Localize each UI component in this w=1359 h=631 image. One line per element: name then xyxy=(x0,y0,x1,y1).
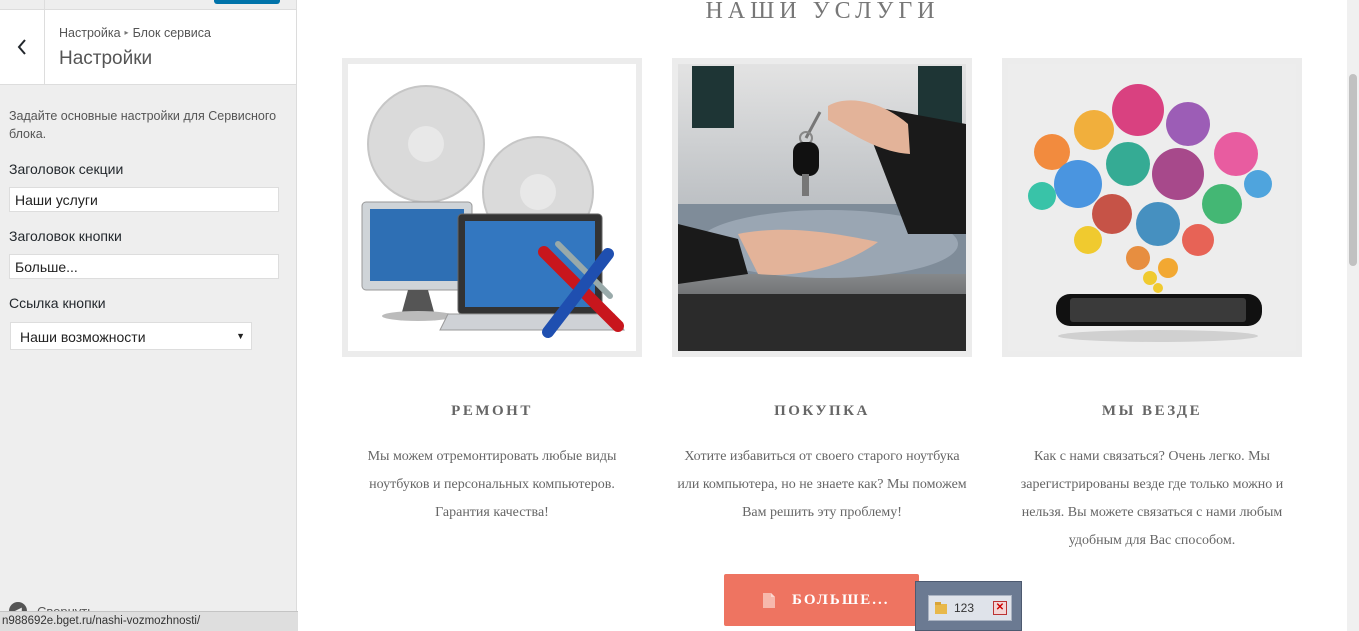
panel-title: Настройки xyxy=(59,48,153,69)
repair-illustration xyxy=(348,64,636,351)
taskbar-window-item[interactable]: 123 ✕ xyxy=(928,595,1012,621)
breadcrumb: Настройка ▸ Блок сервиса xyxy=(59,26,211,40)
button-link-select[interactable]: Наши возможности ▼ xyxy=(10,322,252,350)
purchase-image xyxy=(672,58,972,357)
close-icon[interactable]: ✕ xyxy=(993,601,1007,615)
section-title-input[interactable] xyxy=(9,187,279,212)
button-title-label: Заголовок кнопки xyxy=(9,228,122,244)
card-title-repair: РЕМОНТ xyxy=(451,403,533,419)
back-chevron-icon xyxy=(17,39,26,55)
everywhere-illustration xyxy=(1008,64,1296,351)
document-icon xyxy=(763,592,775,608)
breadcrumb-current: Блок сервиса xyxy=(132,26,211,40)
site-preview: НАШИ УСЛУГИ РЕМОНТ ПОКУПКА МЫ ВЕЗДЕ Мы м… xyxy=(298,0,1347,631)
scrollbar-thumb[interactable] xyxy=(1349,74,1357,266)
purchase-illustration xyxy=(678,64,966,351)
panel-description: Задайте основные настройки для Сервисног… xyxy=(9,109,277,141)
section-title-label: Заголовок секции xyxy=(9,161,124,177)
card-title-everywhere: МЫ ВЕЗДЕ xyxy=(1101,403,1203,419)
section-title: НАШИ УСЛУГИ xyxy=(705,0,940,24)
taskbar-thumbnail-popup: 123 ✕ xyxy=(915,581,1022,631)
card-title-purchase: ПОКУПКА xyxy=(774,403,870,419)
preview-scrollbar[interactable] xyxy=(1347,0,1359,631)
more-button-label: БОЛЬШЕ... xyxy=(792,591,890,608)
everywhere-image xyxy=(1002,58,1302,357)
taskbar-window-label: 123 xyxy=(954,601,975,615)
back-button[interactable] xyxy=(0,10,45,84)
close-customizer-button[interactable] xyxy=(0,0,45,10)
repair-image xyxy=(342,58,642,357)
more-button[interactable]: БОЛЬШЕ... xyxy=(724,574,919,626)
card-text-everywhere: Как с нами связаться? Очень легко. Мы за… xyxy=(1020,449,1284,548)
button-link-label: Ссылка кнопки xyxy=(9,295,106,311)
card-text-purchase: Хотите избавиться от своего старого ноут… xyxy=(677,449,967,520)
dropdown-arrow-icon: ▼ xyxy=(236,331,245,341)
customizer-topbar xyxy=(0,0,296,10)
panel-header: Настройка ▸ Блок сервиса Настройки xyxy=(0,10,296,85)
card-text-repair: Мы можем отремонтировать любые виды ноут… xyxy=(367,449,617,520)
button-link-selected-value: Наши возможности xyxy=(20,329,146,345)
breadcrumb-separator-icon: ▸ xyxy=(124,28,129,37)
customizer-sidebar: Настройка ▸ Блок сервиса Настройки Задайте… xyxy=(0,0,297,631)
button-title-input[interactable] xyxy=(9,254,279,279)
folder-icon xyxy=(935,602,947,614)
breadcrumb-parent: Настройка xyxy=(59,26,121,40)
publish-button[interactable] xyxy=(214,0,280,4)
